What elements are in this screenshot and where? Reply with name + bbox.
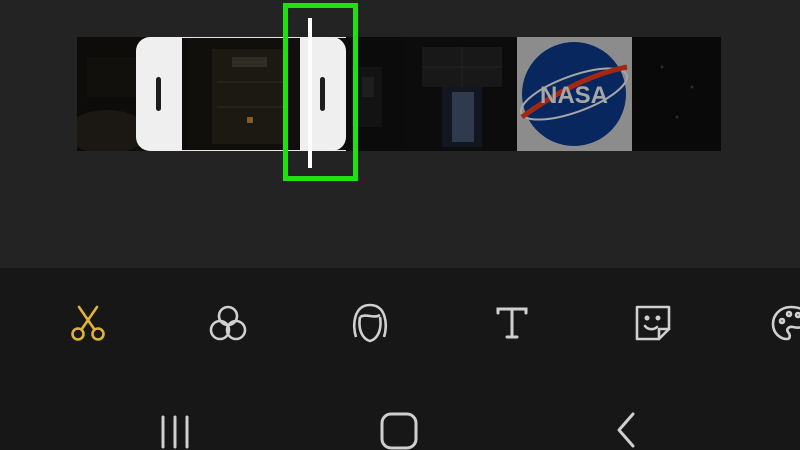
- text-icon: [496, 307, 528, 339]
- text-tool-button[interactable]: [487, 298, 537, 348]
- filter-tool-button[interactable]: [203, 298, 253, 348]
- back-icon: [617, 412, 635, 448]
- scissors-icon: [71, 305, 105, 341]
- recent-apps-button[interactable]: [153, 408, 197, 450]
- filter-circles-icon: [209, 305, 247, 341]
- palette-tool-button[interactable]: [766, 298, 800, 348]
- sticker-icon: [635, 305, 671, 341]
- editing-toolbar: [0, 268, 800, 380]
- grip-icon: [156, 77, 161, 111]
- trim-tool-button[interactable]: [63, 298, 113, 348]
- editor-preview-area: NASA: [0, 0, 800, 268]
- tutorial-highlight-box: [283, 3, 358, 181]
- system-navigation-bar: [0, 380, 800, 450]
- home-button[interactable]: [378, 408, 422, 450]
- face-icon: [352, 303, 388, 343]
- trim-handle-start[interactable]: [136, 37, 182, 151]
- back-button[interactable]: [603, 408, 647, 450]
- home-icon: [380, 412, 418, 450]
- sticker-tool-button[interactable]: [628, 298, 678, 348]
- recent-apps-icon: [161, 415, 189, 449]
- palette-icon: [771, 305, 800, 341]
- face-tool-button[interactable]: [345, 298, 395, 348]
